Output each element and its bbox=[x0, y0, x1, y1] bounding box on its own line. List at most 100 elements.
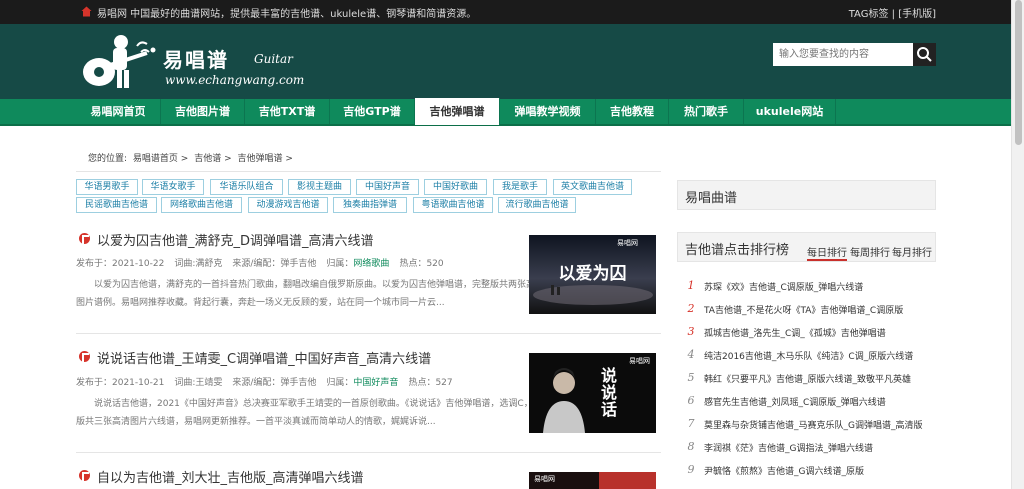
rank-number: 1 bbox=[687, 279, 695, 292]
breadcrumb-home[interactable]: 易唱谱首页 > bbox=[133, 154, 188, 164]
ranking-item[interactable]: 李润祺《茫》吉他谱_G调指法_弹唱六线谱 bbox=[704, 441, 873, 454]
tag-item[interactable]: 粤语歌曲吉他谱 bbox=[413, 197, 493, 213]
divider bbox=[76, 452, 661, 453]
breadcrumb-strum[interactable]: 吉他弹唱谱 > bbox=[237, 154, 292, 164]
tag-item[interactable]: 华语男歌手 bbox=[76, 179, 138, 195]
tag-item[interactable]: 网络歌曲吉他谱 bbox=[161, 197, 242, 213]
article-hits: 热点：520 bbox=[399, 259, 444, 269]
nav-item-video-lessons[interactable]: 弹唱教学视频 bbox=[500, 99, 596, 124]
nav-item-gtp-tabs[interactable]: 吉他GTP谱 bbox=[330, 99, 415, 124]
breadcrumb-prefix: 您的位置: bbox=[88, 154, 128, 164]
rank-number: 7 bbox=[687, 417, 695, 430]
score-icon bbox=[79, 351, 90, 362]
article-category-label: 归属： bbox=[326, 259, 354, 269]
sidebar-box-title: 易唱曲谱 bbox=[685, 191, 738, 206]
page-scrollbar[interactable] bbox=[1011, 0, 1024, 489]
breadcrumb-guitar[interactable]: 吉他谱 > bbox=[194, 154, 231, 164]
tag-item[interactable]: 独奏曲指弹谱 bbox=[333, 197, 407, 213]
search-icon bbox=[917, 47, 932, 62]
article-meta: 发布于：2021-10-22 词曲:满舒克 来源/编配：弹手吉他 归属：网络歌曲 热点：… bbox=[76, 256, 454, 269]
tag-item[interactable]: 中国好声音 bbox=[356, 179, 419, 195]
thumbnail-accent bbox=[599, 472, 656, 489]
nav-item-strum-tabs[interactable]: 吉他弹唱谱 bbox=[415, 98, 500, 125]
nav-item-txt-tabs[interactable]: 吉他TXT谱 bbox=[245, 99, 330, 124]
score-icon bbox=[79, 470, 90, 481]
rank-number: 8 bbox=[687, 440, 695, 453]
article-meta: 发布于：2021-10-21 词曲:王靖雯 来源/编配：弹手吉他 归属：中国好声音 热点… bbox=[76, 375, 463, 388]
guitarist-logo-icon bbox=[83, 35, 156, 88]
nav-item-ukulele[interactable]: ukulele网站 bbox=[744, 99, 836, 124]
search-button[interactable] bbox=[913, 43, 936, 66]
article-thumbnail[interactable]: 易唱网 说说话 bbox=[529, 353, 656, 433]
thumbnail-title: 以爱为囚 bbox=[558, 264, 627, 284]
tag-item[interactable]: 民谣歌曲吉他谱 bbox=[76, 197, 157, 213]
tag-mobile-links[interactable]: TAG标签 | [手机版] bbox=[849, 5, 936, 20]
nav-item-home[interactable]: 易唱网首页 bbox=[76, 99, 161, 124]
article-title[interactable]: 说说话吉他谱_王靖雯_C调弹唱谱_中国好声音_高清六线谱 bbox=[97, 348, 431, 367]
article-thumbnail[interactable]: 易唱网 以爱为囚 bbox=[529, 235, 656, 314]
ranking-item[interactable]: TA吉他谱_不是花火呀《TA》吉他弹唱谱_C调原版 bbox=[704, 303, 903, 316]
article-date: 发布于：2021-10-21 bbox=[76, 378, 165, 388]
ranking-item[interactable]: 纯洁2016吉他谱_木马乐队《纯洁》C调_原版六线谱 bbox=[704, 349, 913, 362]
article-category[interactable]: 中国好声音 bbox=[353, 378, 398, 388]
tag-item[interactable]: 影视主题曲 bbox=[288, 179, 351, 195]
ranking-item[interactable]: 韩红《只要平凡》吉他谱_原版六线谱_致敬平凡英雄 bbox=[704, 372, 911, 385]
thumbnail-brand: 易唱网 bbox=[534, 475, 555, 483]
nav-item-image-tabs[interactable]: 吉他图片谱 bbox=[161, 99, 245, 124]
rank-number: 6 bbox=[687, 394, 695, 407]
tag-item[interactable]: 中国好歌曲 bbox=[424, 179, 487, 195]
ranking-item[interactable]: 尹毓恪《煎熬》吉他谱_G调六线谱_原版 bbox=[704, 464, 864, 477]
rank-number: 9 bbox=[687, 463, 695, 476]
article-excerpt: 以爱为囚吉他谱，满舒克的一首抖音热门歌曲，翻唱改编自俄罗斯原曲。以爱为囚吉他弹唱… bbox=[76, 280, 545, 308]
ranking-header: 吉他谱点击排行榜 每日排行 每周排行 每月排行 bbox=[677, 232, 936, 262]
article-category-label: 归属： bbox=[326, 378, 354, 388]
rank-number: 4 bbox=[687, 348, 695, 361]
thumbnail-brand: 易唱网 bbox=[629, 357, 650, 365]
tag-item[interactable]: 我是歌手 bbox=[493, 179, 547, 195]
logo-name: 易唱谱 bbox=[163, 48, 229, 72]
article-date: 发布于：2021-10-22 bbox=[76, 259, 165, 269]
article-source: 来源/编配：弹手吉他 bbox=[232, 259, 317, 269]
ranking-item[interactable]: 苏琛《欢》吉他谱_C调原版_弹唱六线谱 bbox=[704, 280, 863, 293]
tab-daily[interactable]: 每日排行 bbox=[807, 244, 847, 261]
thumbnail-title: 说说话 bbox=[601, 366, 618, 419]
article-thumbnail[interactable]: 易唱网 bbox=[529, 472, 656, 489]
article-title[interactable]: 以爱为囚吉他谱_满舒克_D调弹唱谱_高清六线谱 bbox=[97, 230, 374, 249]
ranking-item[interactable]: 感官先生吉他谱_刘凤瑶_C调原版_弹唱六线谱 bbox=[704, 395, 886, 408]
tab-weekly[interactable]: 每周排行 bbox=[850, 244, 890, 259]
ranking-item[interactable]: 孤城吉他谱_洛先生_C调_《孤城》吉他弹唱谱 bbox=[704, 326, 886, 339]
tab-monthly[interactable]: 每月排行 bbox=[892, 244, 932, 259]
rank-number: 5 bbox=[687, 371, 695, 384]
article-excerpt: 说说话吉他谱，2021《中国好声音》总决赛亚军歌手王靖雯的一首原创歌曲。《说说话… bbox=[76, 399, 551, 427]
tag-item[interactable]: 流行歌曲吉他谱 bbox=[498, 197, 576, 213]
article-title[interactable]: 自以为吉他谱_刘大壮_吉他版_高清弹唱六线谱 bbox=[97, 467, 364, 486]
rank-number: 2 bbox=[687, 302, 695, 315]
site-header: 易唱谱 Guitar www.echangwang.com bbox=[0, 24, 1011, 99]
home-icon[interactable] bbox=[81, 6, 92, 17]
rank-number: 3 bbox=[687, 325, 695, 338]
search-input[interactable] bbox=[773, 43, 913, 66]
sidebar-header-box: 易唱曲谱 bbox=[677, 180, 936, 210]
breadcrumb: 您的位置: 易唱谱首页 > 吉他谱 > 吉他弹唱谱 > bbox=[88, 151, 296, 164]
logo-url: www.echangwang.com bbox=[165, 73, 305, 87]
tag-item[interactable]: 英文歌曲吉他谱 bbox=[553, 179, 632, 195]
ranking-title: 吉他谱点击排行榜 bbox=[685, 243, 790, 258]
tag-item[interactable]: 动漫游戏吉他谱 bbox=[248, 197, 328, 213]
thumbnail-brand: 易唱网 bbox=[617, 239, 638, 247]
main-nav: 易唱网首页 吉他图片谱 吉他TXT谱 吉他GTP谱 吉他弹唱谱 弹唱教学视频 吉… bbox=[0, 98, 1011, 126]
tag-item[interactable]: 华语乐队组合 bbox=[210, 179, 283, 195]
logo-suffix: Guitar bbox=[254, 52, 293, 66]
article-category[interactable]: 网络歌曲 bbox=[353, 259, 389, 269]
site-logo[interactable]: 易唱谱 Guitar www.echangwang.com bbox=[77, 30, 307, 94]
score-icon bbox=[79, 233, 90, 244]
search-box bbox=[773, 43, 936, 66]
ranking-item[interactable]: 莫里森与杂货铺吉他谱_马赛克乐队_G调弹唱谱_高清版 bbox=[704, 418, 922, 431]
article-lyricist: 词曲:王靖雯 bbox=[174, 378, 223, 388]
nav-item-hot-singers[interactable]: 热门歌手 bbox=[669, 99, 744, 124]
article-hits: 热点：527 bbox=[408, 378, 453, 388]
scrollbar-thumb[interactable] bbox=[1015, 0, 1022, 145]
tag-item[interactable]: 华语女歌手 bbox=[142, 179, 204, 195]
site-tagline: 易唱网 中国最好的曲谱网站，提供最丰富的吉他谱、ukulele谱、钢琴谱和简谱资… bbox=[97, 9, 477, 20]
nav-item-tutorials[interactable]: 吉他教程 bbox=[596, 99, 669, 124]
article-source: 来源/编配：弹手吉他 bbox=[232, 378, 317, 388]
